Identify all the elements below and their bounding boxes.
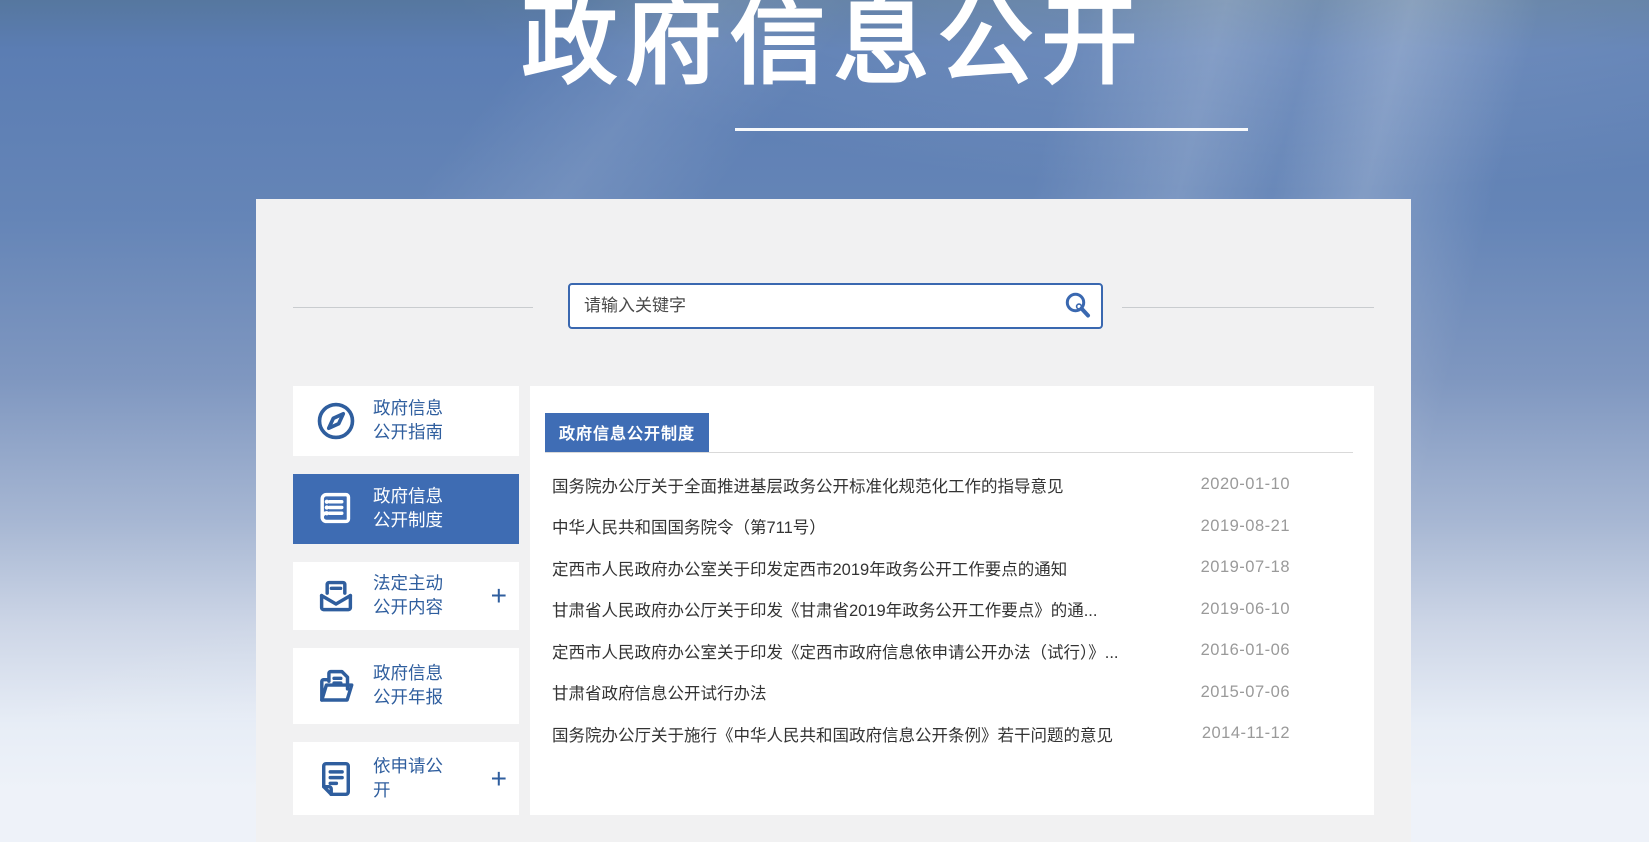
sidebar-item-annual-report[interactable]: 政府信息公开年报 [293,648,519,724]
sidebar-item-disclosure-system[interactable]: 政府信息公开制度 [293,474,519,544]
section-header: 政府信息公开制度 [545,386,1353,453]
sidebar-item-disclosure-guide[interactable]: 政府信息公开指南 [293,386,519,456]
article-row: 国务院办公厅关于施行《中华人民共和国政府信息公开条例》若干问题的意见 2014-… [552,713,1290,755]
article-row: 中华人民共和国国务院令（第711号） 2019-08-21 [552,506,1290,548]
article-row: 定西市人民政府办公室关于印发定西市2019年政务公开工作要点的通知 2019-0… [552,547,1290,589]
page-title: 政府信息公开 [256,0,1411,96]
article-link[interactable]: 甘肃省政府信息公开试行办法 [552,680,767,704]
article-row: 定西市人民政府办公室关于印发《定西市政府信息依申请公开办法（试行）》... 20… [552,630,1290,672]
sidebar-nav: 政府信息公开指南 政府信息公开制度 法定主动公开内容 + [293,386,519,815]
search-divider-left [293,307,533,308]
article-link[interactable]: 国务院办公厅关于施行《中华人民共和国政府信息公开条例》若干问题的意见 [552,722,1113,746]
sidebar-item-statutory-disclosure[interactable]: 法定主动公开内容 + [293,562,519,630]
article-list: 国务院办公厅关于全面推进基层政务公开标准化规范化工作的指导意见 2020-01-… [530,453,1374,755]
article-date: 2020-01-10 [1201,475,1290,494]
search-divider-right [1122,307,1374,308]
sidebar-item-disclosure-by-request[interactable]: 依申请公开 + [293,742,519,815]
search-magnifier-icon [1062,290,1092,323]
sidebar-item-label: 法定主动公开内容 [373,572,443,619]
article-link[interactable]: 中华人民共和国国务院令（第711号） [552,514,826,538]
sidebar-item-label: 政府信息公开指南 [373,397,443,444]
article-date: 2019-08-21 [1201,517,1290,536]
article-date: 2019-06-10 [1201,600,1290,619]
document-lines-icon [313,756,359,802]
article-link[interactable]: 定西市人民政府办公室关于印发《定西市政府信息依申请公开办法（试行）》... [552,639,1119,663]
book-icon [313,486,359,532]
expand-plus-icon[interactable]: + [491,765,507,793]
sidebar-item-label: 政府信息公开制度 [373,485,443,532]
article-row: 甘肃省政府信息公开试行办法 2015-07-06 [552,672,1290,714]
folder-document-icon [313,663,359,709]
article-date: 2015-07-06 [1201,683,1290,702]
article-date: 2019-07-18 [1201,558,1290,577]
article-row: 甘肃省人民政府办公厅关于印发《甘肃省2019年政务公开工作要点》的通... 20… [552,589,1290,631]
article-date: 2014-11-12 [1202,724,1290,743]
envelope-letter-icon [313,573,359,619]
sidebar-item-label: 政府信息公开年报 [373,662,443,709]
section-title-badge: 政府信息公开制度 [545,413,709,452]
search-button[interactable] [1055,285,1099,327]
title-underline [735,128,1248,131]
sidebar-item-label: 依申请公开 [373,755,443,802]
compass-icon [313,398,359,444]
article-list-panel: 政府信息公开制度 国务院办公厅关于全面推进基层政务公开标准化规范化工作的指导意见… [530,386,1374,815]
article-link[interactable]: 甘肃省人民政府办公厅关于印发《甘肃省2019年政务公开工作要点》的通... [552,597,1097,621]
article-link[interactable]: 国务院办公厅关于全面推进基层政务公开标准化规范化工作的指导意见 [552,473,1064,497]
article-date: 2016-01-06 [1201,641,1290,660]
expand-plus-icon[interactable]: + [491,582,507,610]
article-link[interactable]: 定西市人民政府办公室关于印发定西市2019年政务公开工作要点的通知 [552,556,1067,580]
search-box [568,283,1103,329]
search-input[interactable] [570,285,1055,327]
article-row: 国务院办公厅关于全面推进基层政务公开标准化规范化工作的指导意见 2020-01-… [552,464,1290,506]
